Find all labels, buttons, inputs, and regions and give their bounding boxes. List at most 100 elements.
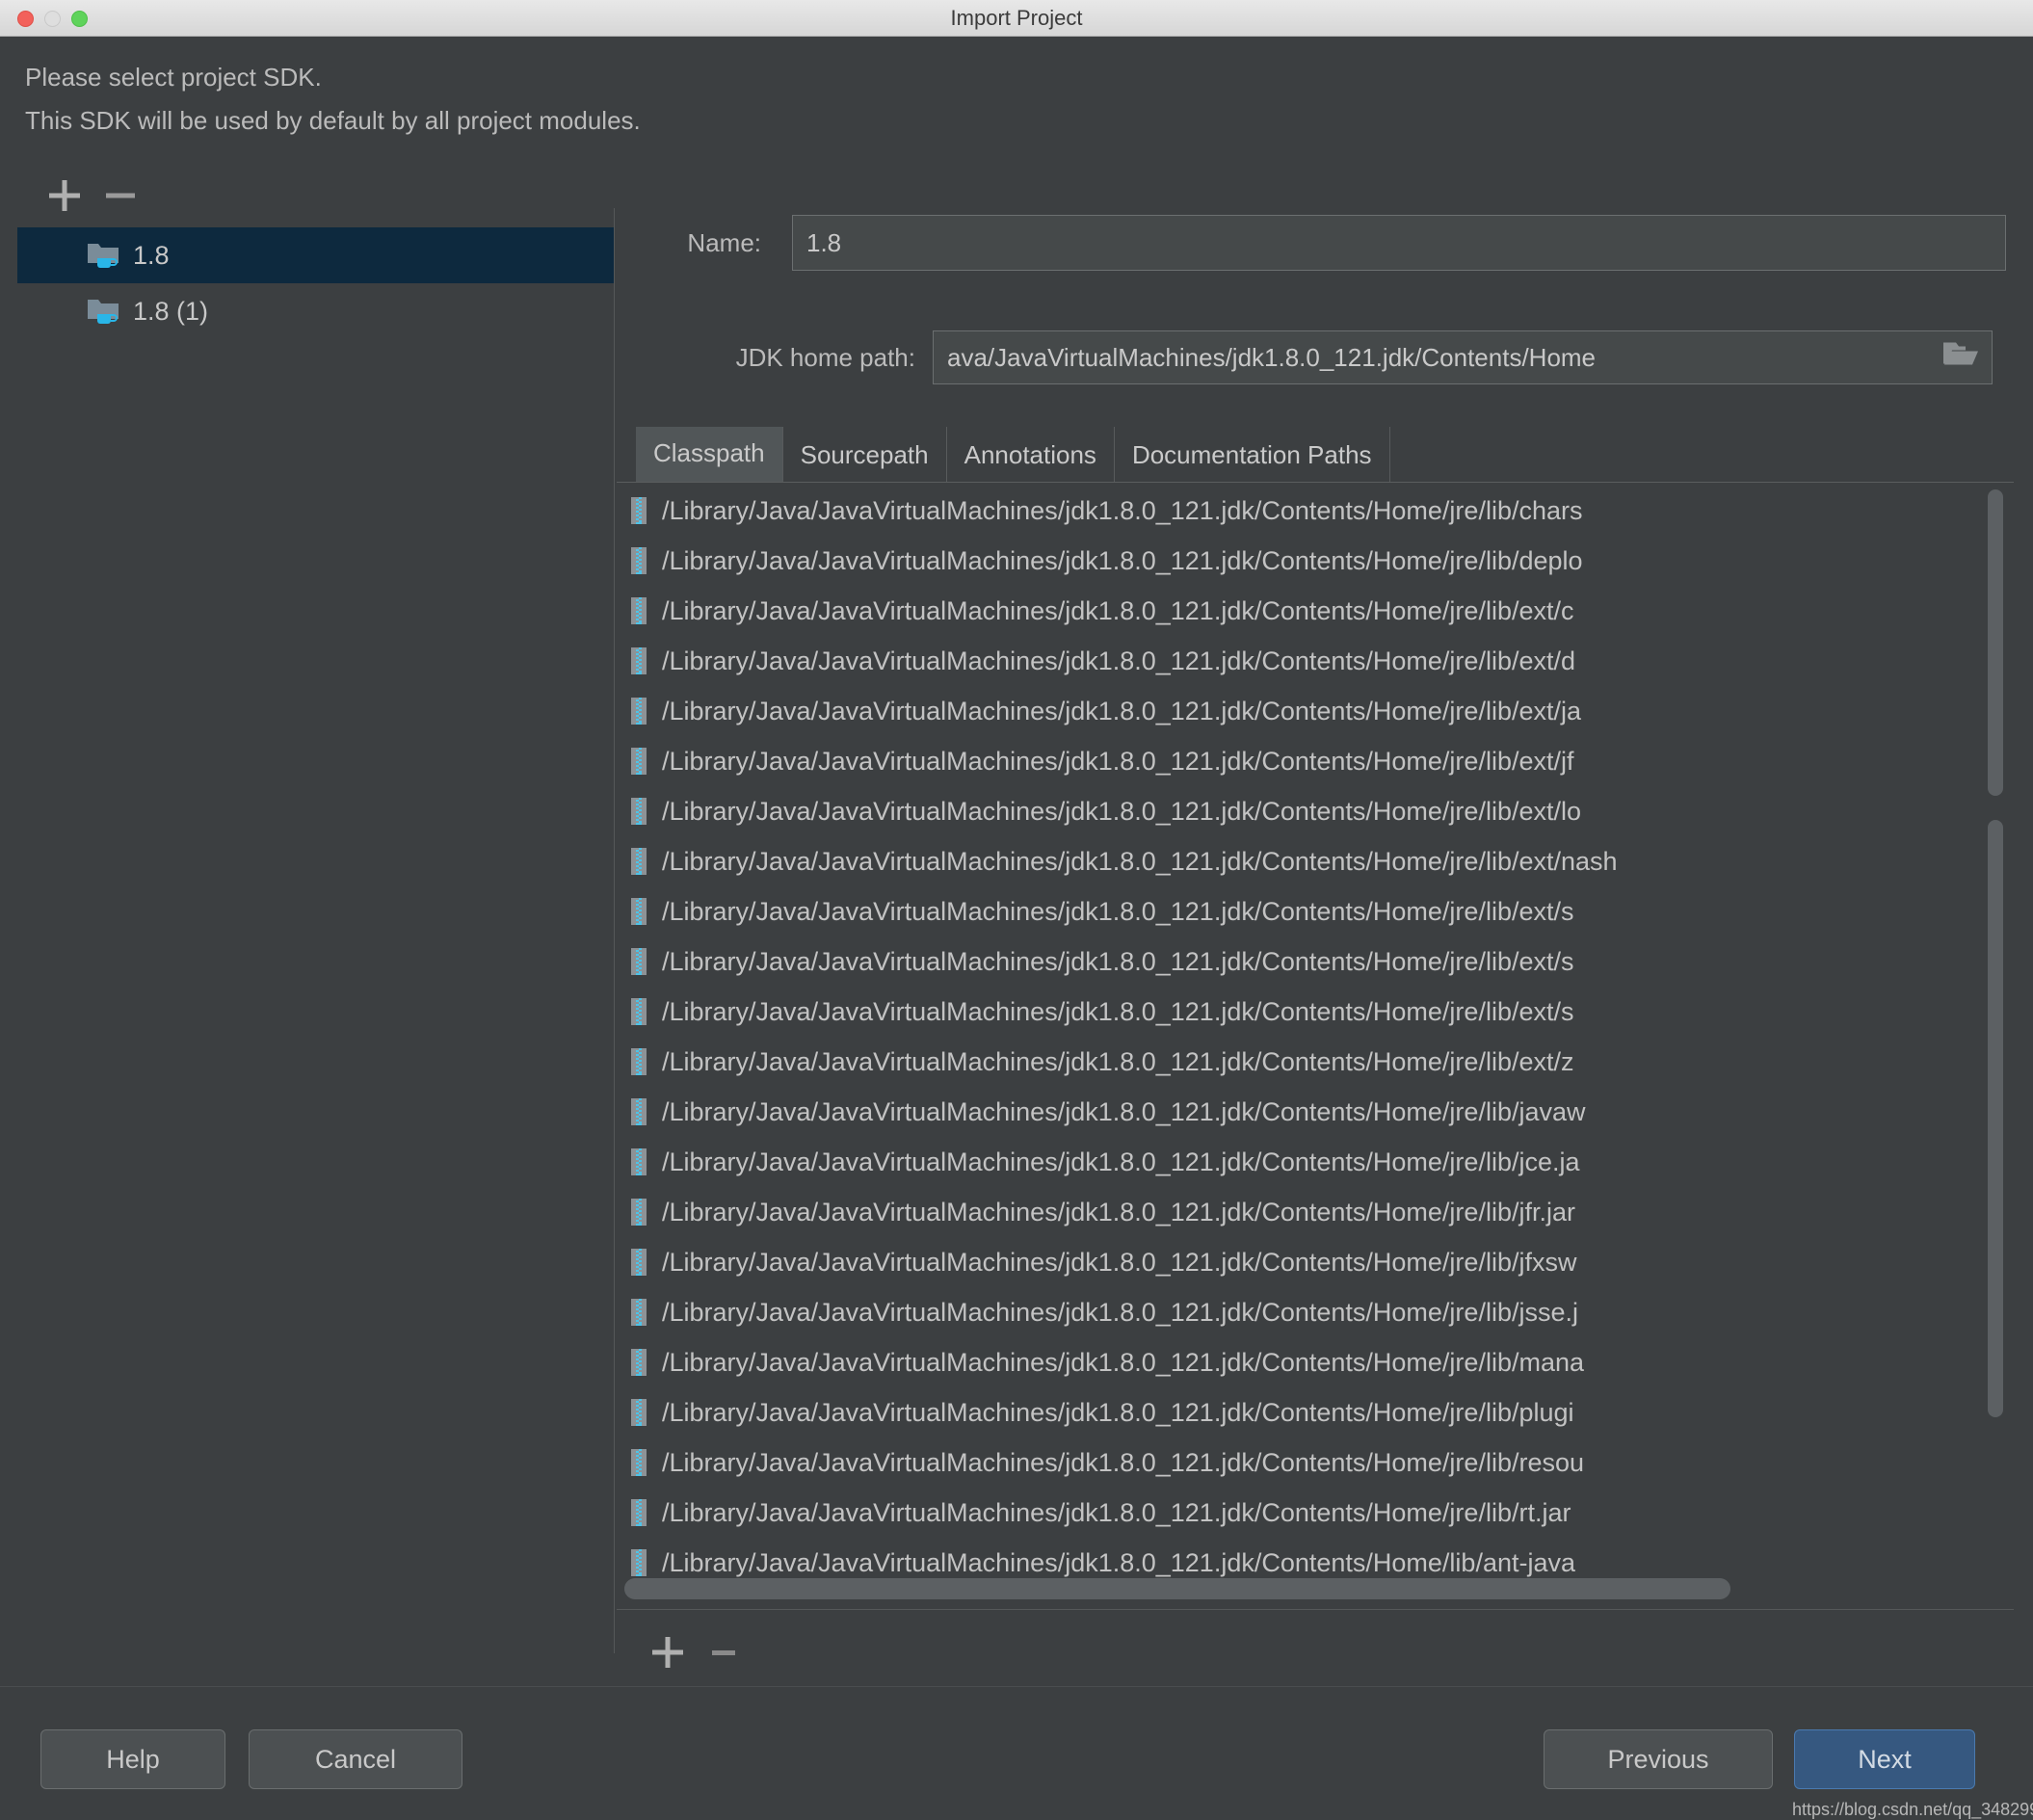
footer-divider [0, 1686, 2033, 1687]
prompt-line-2: This SDK will be used by default by all … [25, 106, 641, 135]
classpath-row[interactable]: /Library/Java/JavaVirtualMachines/jdk1.8… [617, 836, 2014, 886]
sdk-detail-tabs: Classpath Sourcepath Annotations Documen… [636, 427, 1390, 483]
name-input[interactable]: 1.8 [792, 215, 2006, 271]
classpath-row[interactable]: /Library/Java/JavaVirtualMachines/jdk1.8… [617, 686, 2014, 736]
panel-divider [614, 208, 615, 1653]
scrollbar-thumb-horizontal[interactable] [624, 1578, 1730, 1599]
jar-file-icon [631, 998, 647, 1025]
classpath-row[interactable]: /Library/Java/JavaVirtualMachines/jdk1.8… [617, 1087, 2014, 1137]
classpath-row[interactable]: /Library/Java/JavaVirtualMachines/jdk1.8… [617, 536, 2014, 586]
plus-icon [652, 1637, 683, 1668]
classpath-entry-text: /Library/Java/JavaVirtualMachines/jdk1.8… [662, 696, 1581, 725]
add-classpath-button[interactable] [646, 1630, 690, 1675]
classpath-row[interactable]: /Library/Java/JavaVirtualMachines/jdk1.8… [617, 987, 2014, 1037]
jar-file-icon [631, 1499, 647, 1526]
classpath-entry-text: /Library/Java/JavaVirtualMachines/jdk1.8… [662, 495, 1583, 525]
jar-file-icon [631, 1199, 647, 1226]
classpath-row[interactable]: /Library/Java/JavaVirtualMachines/jdk1.8… [617, 1387, 2014, 1438]
sdk-list[interactable]: 1.8 1.8 (1) [17, 227, 615, 1653]
jar-file-icon [631, 1098, 647, 1125]
sdk-list-item-1[interactable]: 1.8 (1) [17, 283, 615, 339]
jar-file-icon [631, 1399, 647, 1426]
jar-file-icon [631, 1299, 647, 1326]
jdk-home-path-row: JDK home path: ava/JavaVirtualMachines/j… [636, 330, 1993, 384]
classpath-row[interactable]: /Library/Java/JavaVirtualMachines/jdk1.8… [617, 786, 2014, 836]
tab-annotations[interactable]: Annotations [946, 427, 1115, 483]
classpath-toolbar [624, 1624, 913, 1682]
classpath-row[interactable]: /Library/Java/JavaVirtualMachines/jdk1.8… [617, 1187, 2014, 1237]
previous-button[interactable]: Previous [1544, 1729, 1773, 1789]
classpath-entry-text: /Library/Java/JavaVirtualMachines/jdk1.8… [662, 896, 1574, 926]
import-project-dialog: Please select project SDK. This SDK will… [0, 37, 2033, 1819]
jar-file-icon [631, 597, 647, 624]
sdk-list-item-label: 1.8 [133, 240, 170, 270]
classpath-entry-text: /Library/Java/JavaVirtualMachines/jdk1.8… [662, 646, 1575, 675]
minus-icon [106, 193, 135, 198]
classpath-entry-text: /Library/Java/JavaVirtualMachines/jdk1.8… [662, 595, 1574, 625]
classpath-row[interactable]: /Library/Java/JavaVirtualMachines/jdk1.8… [617, 1488, 2014, 1538]
classpath-horizontal-scrollbar[interactable] [624, 1575, 1994, 1602]
classpath-row[interactable]: /Library/Java/JavaVirtualMachines/jdk1.8… [617, 486, 2014, 536]
tab-sourcepath[interactable]: Sourcepath [782, 427, 947, 483]
remove-classpath-button[interactable] [701, 1630, 746, 1675]
classpath-entry-text: /Library/Java/JavaVirtualMachines/jdk1.8… [662, 545, 1583, 575]
plus-icon [49, 180, 80, 211]
classpath-entry-text: /Library/Java/JavaVirtualMachines/jdk1.8… [662, 846, 1618, 876]
classpath-entry-text: /Library/Java/JavaVirtualMachines/jdk1.8… [662, 946, 1574, 976]
classpath-entry-text: /Library/Java/JavaVirtualMachines/jdk1.8… [662, 1547, 1576, 1577]
classpath-row[interactable]: /Library/Java/JavaVirtualMachines/jdk1.8… [617, 886, 2014, 936]
jar-file-icon [631, 1249, 647, 1276]
tab-documentation-paths[interactable]: Documentation Paths [1114, 427, 1390, 483]
scrollbar-thumb-lower[interactable] [1988, 820, 2003, 1417]
jar-file-icon [631, 647, 647, 674]
classpath-entry-text: /Library/Java/JavaVirtualMachines/jdk1.8… [662, 1347, 1584, 1377]
sdk-list-item-0[interactable]: 1.8 [17, 227, 615, 283]
jar-file-icon [631, 1549, 647, 1576]
minus-icon [712, 1650, 735, 1655]
classpath-row[interactable]: /Library/Java/JavaVirtualMachines/jdk1.8… [617, 636, 2014, 686]
classpath-entry-text: /Library/Java/JavaVirtualMachines/jdk1.8… [662, 1197, 1575, 1227]
classpath-row[interactable]: /Library/Java/JavaVirtualMachines/jdk1.8… [617, 1287, 2014, 1337]
classpath-toolbar-divider [617, 1609, 2014, 1610]
jar-file-icon [631, 1449, 647, 1476]
classpath-entry-text: /Library/Java/JavaVirtualMachines/jdk1.8… [662, 1046, 1574, 1076]
classpath-vertical-scrollbar[interactable] [1985, 488, 2006, 1605]
jdk-home-path-input[interactable]: ava/JavaVirtualMachines/jdk1.8.0_121.jdk… [933, 330, 1993, 384]
folder-open-icon[interactable] [1941, 339, 1980, 377]
help-button[interactable]: Help [40, 1729, 225, 1789]
jar-file-icon [631, 898, 647, 925]
add-sdk-button[interactable] [42, 173, 87, 218]
tab-classpath[interactable]: Classpath [636, 427, 783, 483]
sdk-list-toolbar [21, 173, 214, 222]
classpath-row[interactable]: /Library/Java/JavaVirtualMachines/jdk1.8… [617, 936, 2014, 987]
classpath-entry-text: /Library/Java/JavaVirtualMachines/jdk1.8… [662, 1397, 1574, 1427]
window-title: Import Project [950, 6, 1083, 30]
classpath-row[interactable]: /Library/Java/JavaVirtualMachines/jdk1.8… [617, 736, 2014, 786]
classpath-row[interactable]: /Library/Java/JavaVirtualMachines/jdk1.8… [617, 1037, 2014, 1087]
classpath-row[interactable]: /Library/Java/JavaVirtualMachines/jdk1.8… [617, 1438, 2014, 1488]
classpath-entry-text: /Library/Java/JavaVirtualMachines/jdk1.8… [662, 1447, 1584, 1477]
classpath-row[interactable]: /Library/Java/JavaVirtualMachines/jdk1.8… [617, 586, 2014, 636]
classpath-list-panel[interactable]: /Library/Java/JavaVirtualMachines/jdk1.8… [617, 482, 2014, 1607]
classpath-entry-text: /Library/Java/JavaVirtualMachines/jdk1.8… [662, 1497, 1571, 1527]
next-button[interactable]: Next [1794, 1729, 1975, 1789]
classpath-entry-text: /Library/Java/JavaVirtualMachines/jdk1.8… [662, 1247, 1577, 1277]
classpath-row[interactable]: /Library/Java/JavaVirtualMachines/jdk1.8… [617, 1237, 2014, 1287]
classpath-entry-text: /Library/Java/JavaVirtualMachines/jdk1.8… [662, 1297, 1578, 1327]
cancel-button[interactable]: Cancel [249, 1729, 462, 1789]
sdk-list-item-label: 1.8 (1) [133, 296, 209, 326]
scrollbar-thumb-upper[interactable] [1988, 489, 2003, 796]
jdk-home-path-label: JDK home path: [735, 342, 915, 372]
jar-file-icon [631, 798, 647, 825]
jar-file-icon [631, 1148, 647, 1175]
classpath-row[interactable]: /Library/Java/JavaVirtualMachines/jdk1.8… [617, 1137, 2014, 1187]
classpath-list[interactable]: /Library/Java/JavaVirtualMachines/jdk1.8… [617, 486, 2014, 1588]
window-title-bar: Import Project [0, 0, 2033, 37]
jar-file-icon [631, 698, 647, 725]
name-field-row: Name: 1.8 [636, 215, 2006, 271]
remove-sdk-button[interactable] [98, 173, 143, 218]
jdk-folder-icon [88, 300, 119, 324]
jar-file-icon [631, 547, 647, 574]
classpath-row[interactable]: /Library/Java/JavaVirtualMachines/jdk1.8… [617, 1337, 2014, 1387]
jdk-home-path-value: ava/JavaVirtualMachines/jdk1.8.0_121.jdk… [947, 342, 1597, 372]
